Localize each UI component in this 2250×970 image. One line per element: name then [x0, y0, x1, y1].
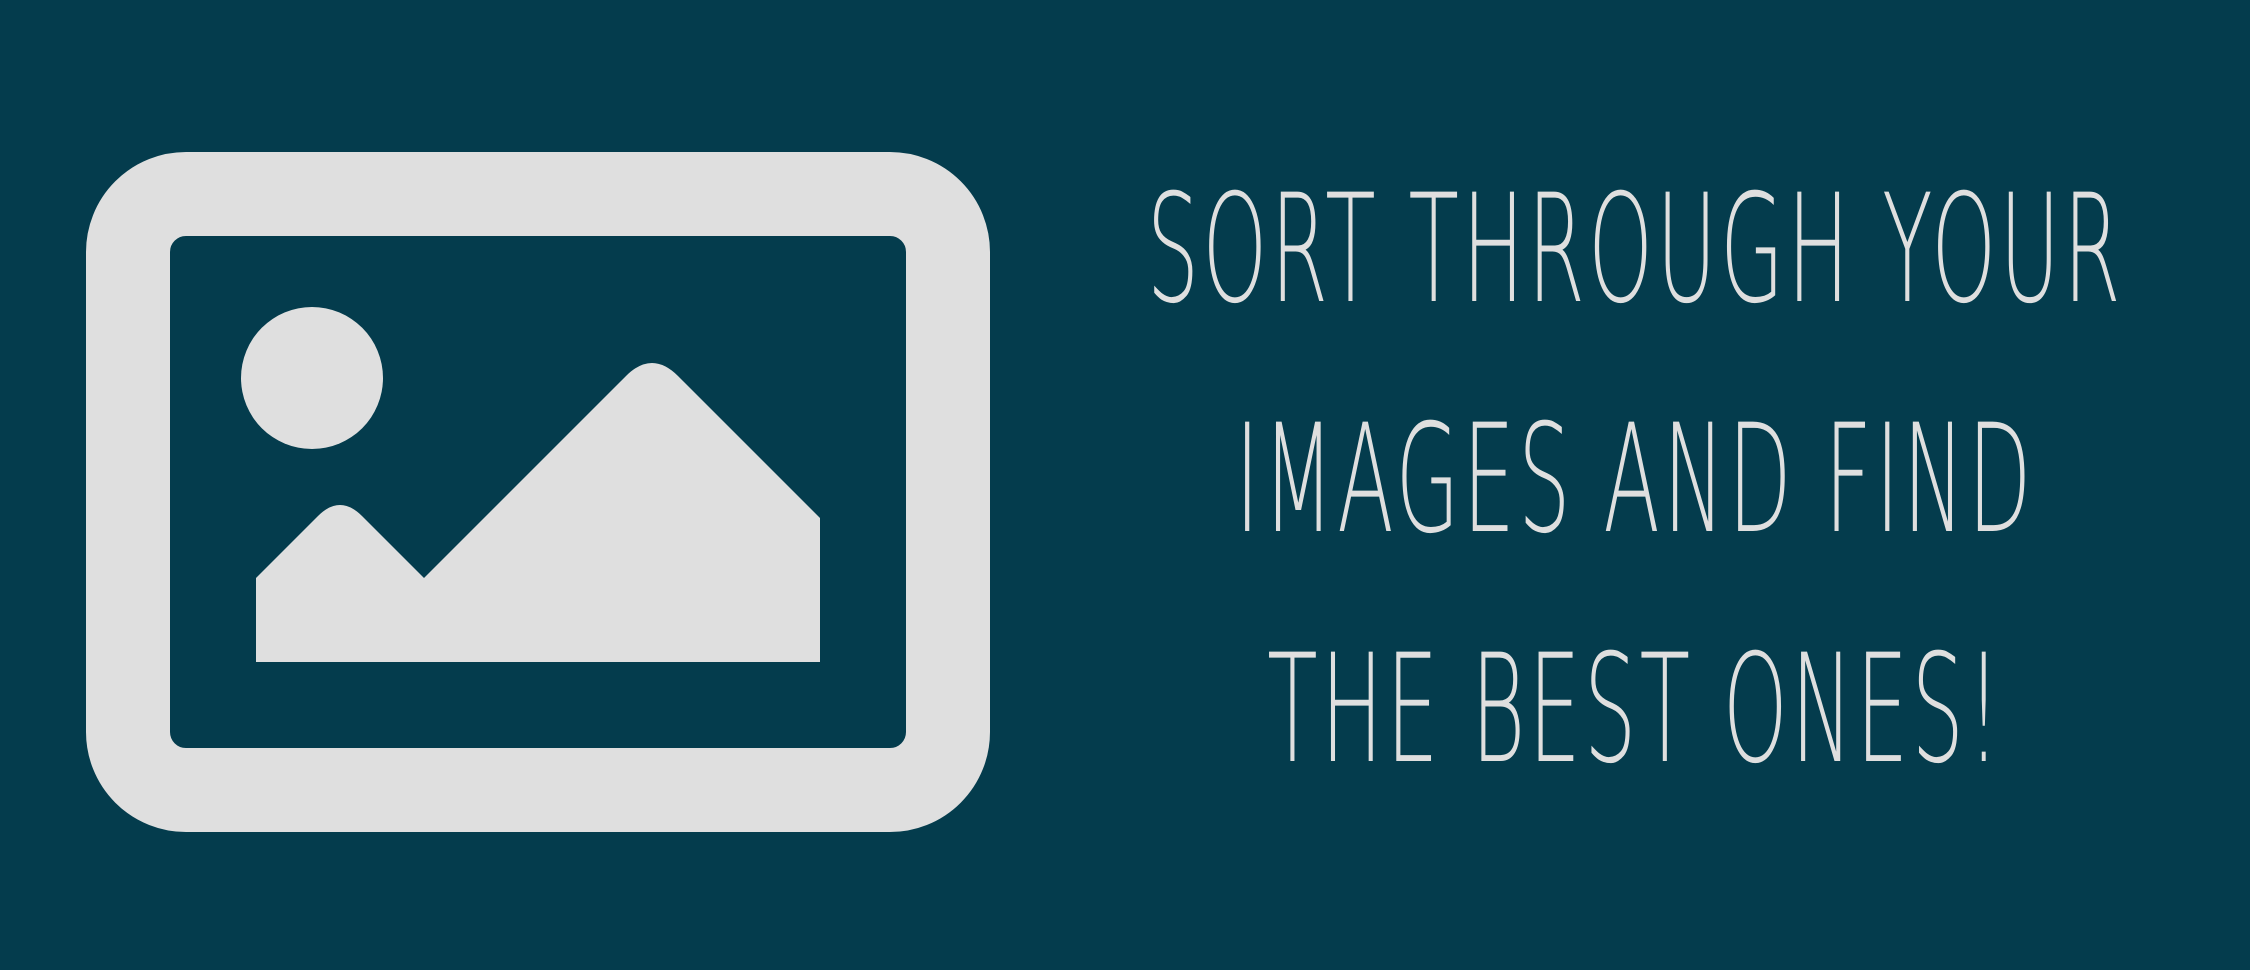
tagline-line-1: SORT THROUGH YOUR — [1146, 163, 2124, 337]
image-placeholder-icon — [86, 152, 990, 832]
tagline-line-3: THE BEST ONES! — [1266, 623, 2004, 797]
banner: SORT THROUGH YOUR IMAGES AND FIND THE BE… — [0, 0, 2250, 970]
tagline-line-2: IMAGES AND FIND — [1235, 393, 2035, 567]
sun-shape — [241, 307, 383, 449]
tagline: SORT THROUGH YOUR IMAGES AND FIND THE BE… — [1080, 160, 2190, 800]
